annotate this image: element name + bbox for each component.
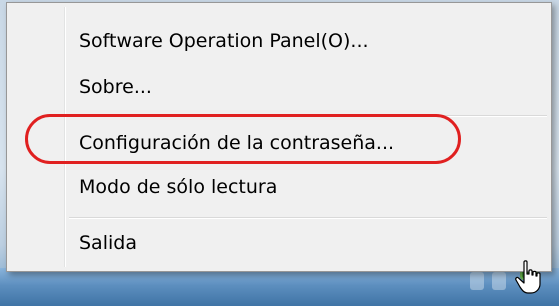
highlight-annotation [25, 114, 461, 164]
menu-item-about[interactable]: Sobre... [10, 67, 548, 107]
menu-item-label: Modo de sólo lectura [79, 176, 278, 198]
menu-item-label: Software Operation Panel(O)... [79, 30, 369, 52]
menu-separator [69, 217, 547, 219]
menu-item-label: Sobre... [79, 76, 152, 98]
hand-pointer-icon [515, 260, 541, 294]
menu-item-read-only-mode[interactable]: Modo de sólo lectura [10, 167, 548, 207]
menu-item-label: Salida [79, 232, 137, 254]
menu-item-software-operation-panel[interactable]: Software Operation Panel(O)... [10, 21, 548, 61]
tray-icon[interactable] [470, 272, 484, 290]
tray-icon[interactable] [492, 272, 506, 290]
menu-item-exit[interactable]: Salida [10, 223, 548, 263]
